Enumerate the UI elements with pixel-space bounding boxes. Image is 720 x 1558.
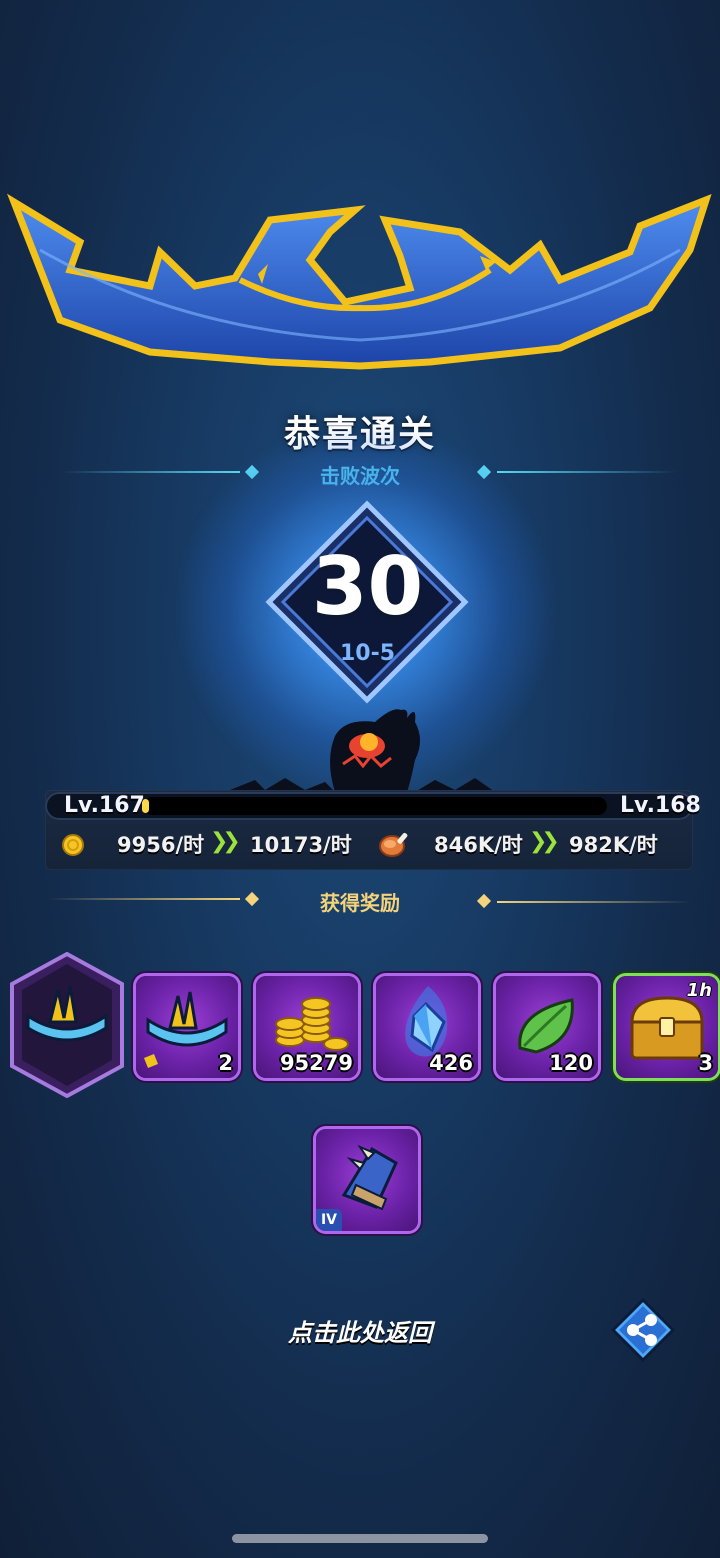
share-icon[interactable] xyxy=(611,1298,675,1362)
gold-rate-after: 10173/时 xyxy=(250,833,352,857)
tier-badge: IV xyxy=(316,1209,342,1231)
reward-item-gauntlet[interactable]: IV xyxy=(316,1129,418,1231)
reward-item-crown-piece[interactable] xyxy=(10,952,124,1098)
reward-item-crown-fragment[interactable]: 2 xyxy=(136,976,238,1078)
reward-count: 2 xyxy=(218,1051,233,1075)
current-level: Lv.167 xyxy=(64,793,145,818)
reward-count: 426 xyxy=(429,1051,473,1075)
stage-number: 10-5 xyxy=(339,641,396,666)
gold-coin-icon xyxy=(62,834,84,856)
crown-banner-icon xyxy=(6,193,712,370)
timer-badge: 1h xyxy=(686,980,712,1001)
arrow-icon: ❯❯ xyxy=(529,829,560,854)
reward-item-gold[interactable]: 95279 xyxy=(256,976,358,1078)
xp-bar-track xyxy=(143,797,607,815)
reward-count: 120 xyxy=(549,1051,593,1075)
arrow-icon: ❯❯ xyxy=(210,829,241,854)
reward-count: 95279 xyxy=(279,1051,353,1075)
next-level: Lv.168 xyxy=(620,793,701,818)
food-rate-after: 982K/时 xyxy=(569,833,658,857)
reward-item-crystal[interactable]: 426 xyxy=(376,976,478,1078)
gold-rate-before: 9956/时 xyxy=(117,833,205,857)
meat-icon xyxy=(379,832,408,857)
wave-count: 30 xyxy=(311,540,424,633)
reward-item-chest[interactable]: 1h 3 xyxy=(616,976,718,1078)
reward-divider-right xyxy=(497,901,691,903)
monster-icon xyxy=(225,709,495,792)
home-indicator[interactable] xyxy=(232,1534,488,1543)
reward-item-leaf[interactable]: 120 xyxy=(496,976,598,1078)
reward-count: 3 xyxy=(698,1051,713,1075)
food-rate-before: 846K/时 xyxy=(434,833,523,857)
